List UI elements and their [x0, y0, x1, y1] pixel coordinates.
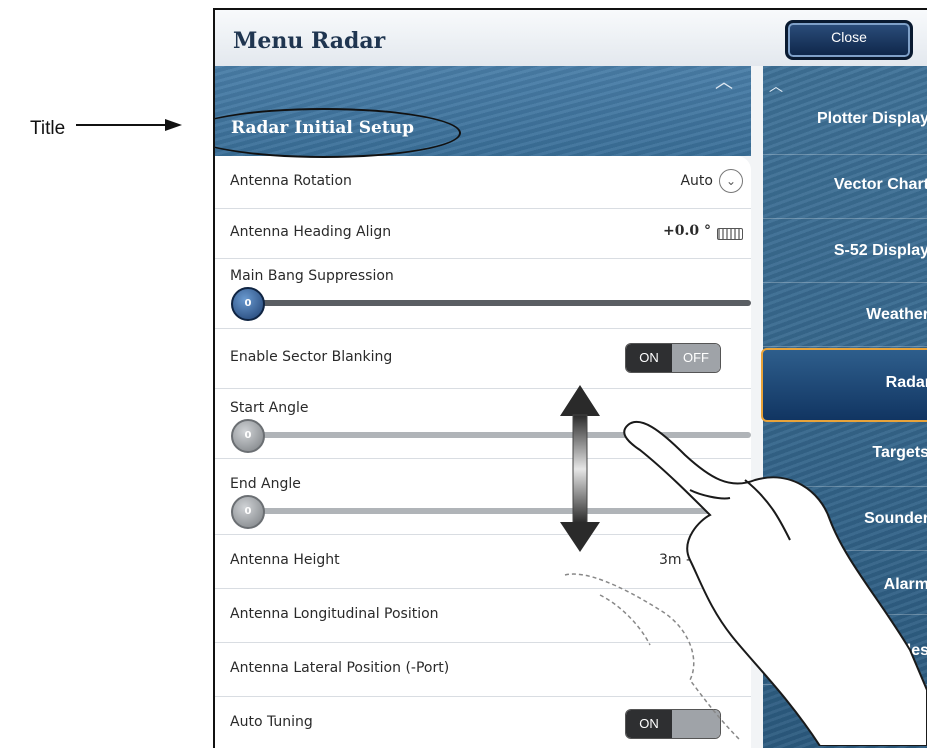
- setting-antenna-longitudinal-position[interactable]: Antenna Longitudinal Position: [215, 588, 751, 643]
- nav-item-targets[interactable]: Targets: [763, 422, 927, 487]
- auto-tuning-toggle[interactable]: ON: [625, 709, 721, 739]
- nav-item-vector-chart[interactable]: Vector Chart: [763, 154, 927, 219]
- toggle-on[interactable]: ON: [626, 710, 672, 738]
- nav-item-label: Vector Chart: [833, 176, 927, 193]
- setting-enable-sector-blanking[interactable]: Enable Sector Blanking ON OFF: [215, 328, 751, 389]
- close-button[interactable]: Close: [785, 20, 913, 60]
- slider-track[interactable]: [235, 508, 751, 514]
- setting-label: Antenna Lateral Position (-Port): [230, 660, 450, 676]
- setting-label: Enable Sector Blanking: [230, 349, 393, 365]
- setting-antenna-heading-align[interactable]: Antenna Heading Align +0.0 °: [215, 208, 751, 259]
- setting-auto-tuning[interactable]: Auto Tuning ON: [215, 696, 751, 748]
- settings-panel: ︿ Radar Initial Setup Antenna Rotation A…: [215, 66, 751, 748]
- nav-item-label: Weather: [866, 306, 927, 323]
- nav-item-s52-display[interactable]: S-52 Display: [763, 218, 927, 283]
- annotation-title-label: Title: [30, 118, 66, 139]
- nav-item-weather[interactable]: Weather: [763, 282, 927, 347]
- setting-value: +0.0 °: [663, 223, 711, 239]
- setting-end-angle[interactable]: End Angle 0: [215, 458, 751, 535]
- setting-main-bang-suppression[interactable]: Main Bang Suppression 0: [215, 258, 751, 329]
- setting-label: End Angle: [230, 476, 301, 492]
- setting-label: Antenna Height: [230, 552, 340, 568]
- slider-track[interactable]: [235, 300, 751, 306]
- setting-value: Auto: [680, 173, 713, 189]
- settings-list: Antenna Rotation Auto ⌄ Antenna Heading …: [215, 156, 751, 748]
- toggle-off[interactable]: OFF: [672, 344, 720, 372]
- nav-item-alarm[interactable]: Alarm: [763, 550, 927, 615]
- setting-label: Main Bang Suppression: [230, 268, 394, 284]
- menu-nav: ︿ Plotter Display Vector Chart S-52 Disp…: [761, 66, 927, 748]
- setting-start-angle[interactable]: Start Angle 0: [215, 388, 751, 459]
- sector-blanking-toggle[interactable]: ON OFF: [625, 343, 721, 373]
- annotation-arrow: [76, 119, 182, 131]
- nav-item-label: Alarm: [883, 576, 927, 593]
- chevron-down-icon[interactable]: ⌄: [719, 169, 743, 193]
- setting-label: Auto Tuning: [230, 714, 313, 730]
- title-bar: Menu Radar Close: [215, 10, 927, 66]
- toggle-off[interactable]: [672, 710, 720, 738]
- nav-item-label: Files: [892, 642, 927, 659]
- slider-track[interactable]: [235, 432, 751, 438]
- section-header: ︿ Radar Initial Setup: [215, 66, 751, 156]
- window-title: Menu Radar: [233, 28, 386, 54]
- nav-item-label: Targets: [872, 444, 927, 461]
- setting-label: Antenna Rotation: [230, 173, 352, 189]
- setting-antenna-rotation[interactable]: Antenna Rotation Auto ⌄: [215, 156, 751, 209]
- nav-item-plotter-display[interactable]: Plotter Display: [763, 84, 927, 155]
- setting-label: Start Angle: [230, 400, 309, 416]
- toggle-on[interactable]: ON: [626, 344, 672, 372]
- setting-label: Antenna Longitudinal Position: [230, 606, 439, 622]
- slider-knob[interactable]: 0: [231, 419, 265, 453]
- nav-item-label: S-52 Display: [833, 242, 927, 259]
- nav-item-files[interactable]: Files: [763, 614, 927, 685]
- nav-item-label: Sounder: [864, 510, 927, 527]
- scroll-up-icon[interactable]: ︿: [715, 68, 733, 94]
- setting-value: 3m -: [658, 552, 691, 568]
- device-screen: Menu Radar Close ︿ Radar Initial Setup A…: [213, 8, 927, 748]
- nav-item-label: Radar: [885, 374, 927, 391]
- nav-item-label: Plotter Display: [816, 110, 927, 127]
- section-title: Radar Initial Setup: [231, 118, 414, 138]
- keyboard-icon[interactable]: [717, 228, 743, 240]
- setting-label: Antenna Heading Align: [230, 224, 392, 240]
- nav-item-radar[interactable]: Radar: [761, 348, 927, 422]
- slider-knob[interactable]: 0: [231, 495, 265, 529]
- setting-antenna-lateral-position[interactable]: Antenna Lateral Position (-Port): [215, 642, 751, 697]
- setting-antenna-height[interactable]: Antenna Height 3m -: [215, 534, 751, 589]
- slider-knob[interactable]: 0: [231, 287, 265, 321]
- nav-item-sounder[interactable]: Sounder: [763, 486, 927, 551]
